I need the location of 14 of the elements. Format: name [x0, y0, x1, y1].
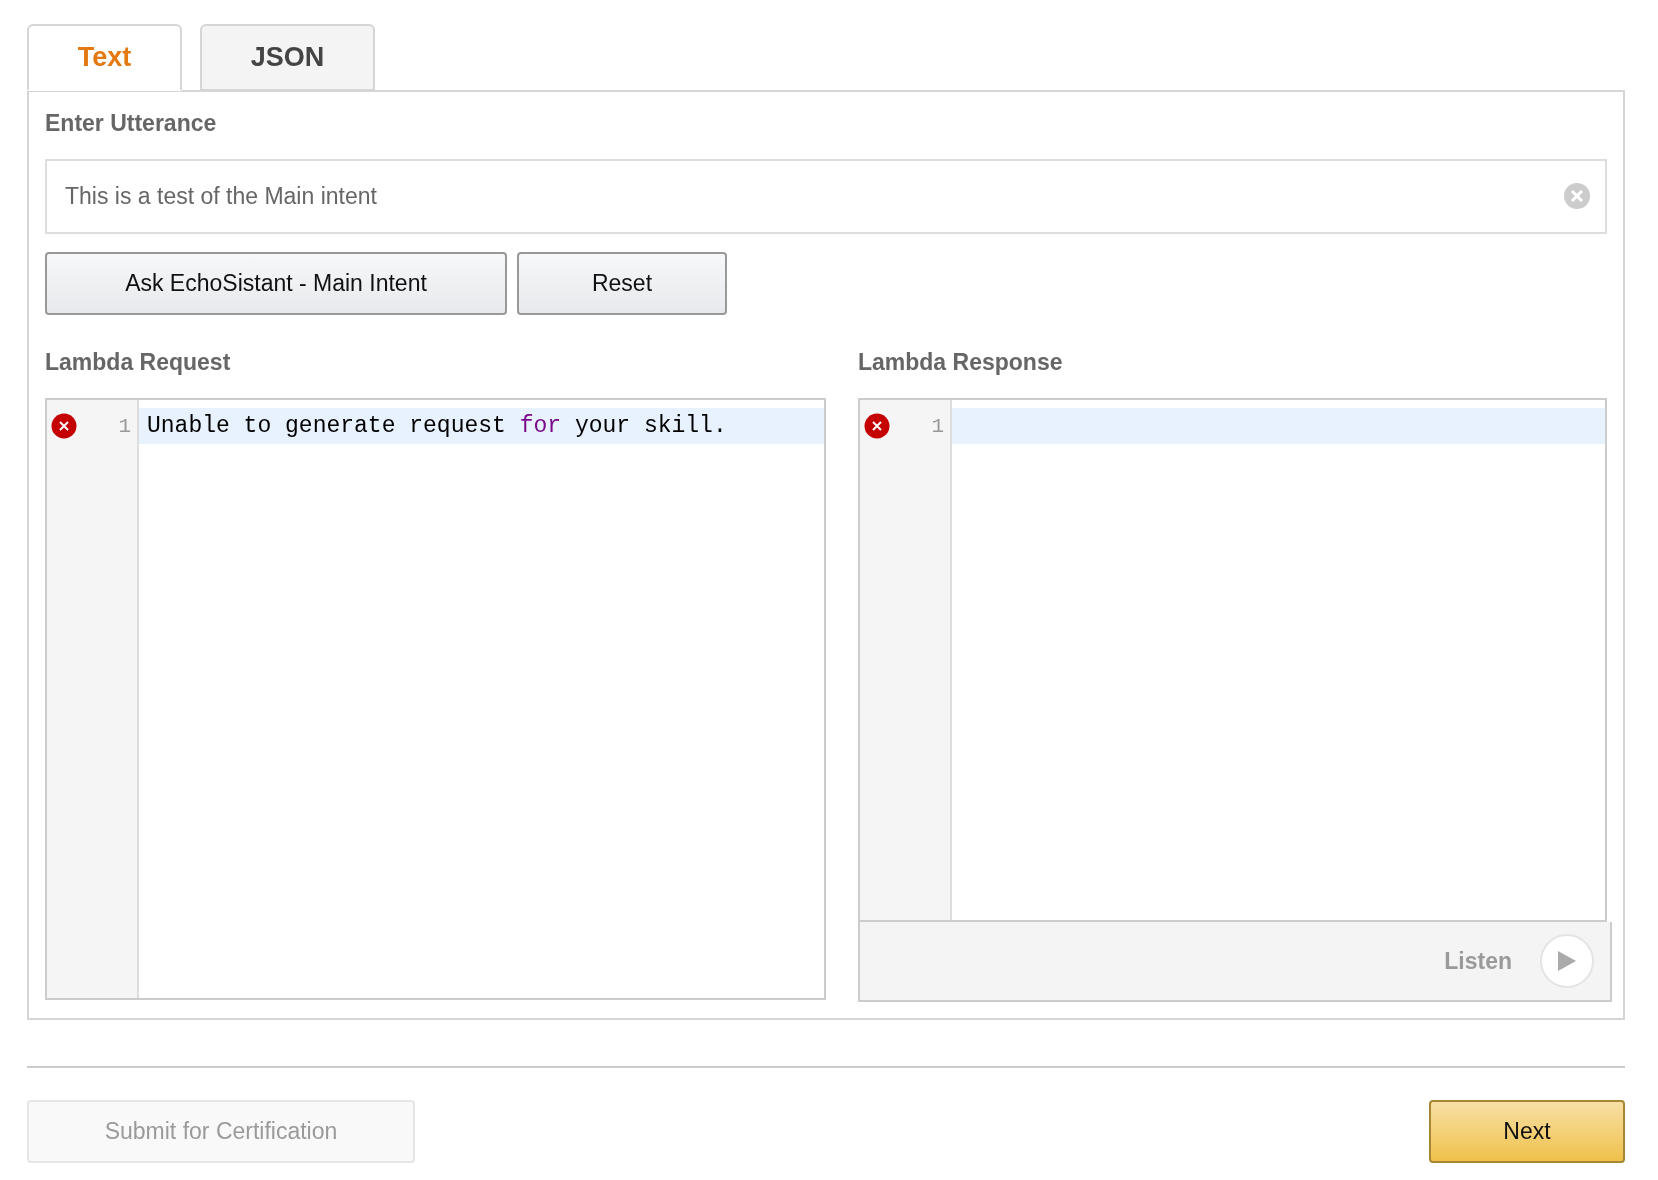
reset-button[interactable]: Reset — [517, 252, 727, 315]
line-number: 1 — [931, 414, 944, 438]
next-button[interactable]: Next — [1429, 1100, 1625, 1163]
play-icon — [1556, 949, 1578, 973]
section-title: Lambda Request — [45, 349, 232, 376]
section-title: Lambda Response — [858, 349, 1064, 376]
line-number: 1 — [118, 414, 131, 438]
ask-button[interactable]: Ask EchoSistant - Main Intent — [45, 252, 507, 315]
listen-label: Listen — [1444, 947, 1512, 975]
utterance-field[interactable]: This is a test of the Main intent — [45, 159, 1607, 234]
code-editor[interactable]: 1 Unable to generate request for your skill. — [45, 398, 826, 1000]
clear-icon[interactable] — [1563, 182, 1591, 210]
tab[interactable]: JSON — [200, 24, 375, 91]
field-label: Enter Utterance — [45, 110, 218, 137]
